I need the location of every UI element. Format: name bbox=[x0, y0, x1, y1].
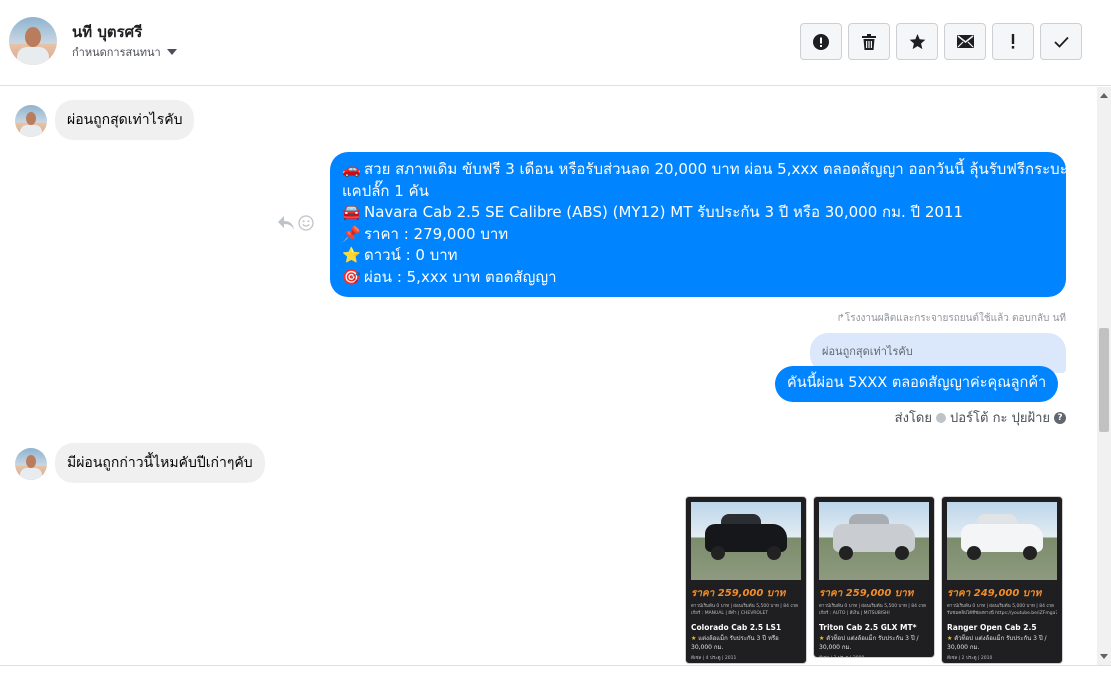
car-model: Ranger Open Cab 2.5 bbox=[947, 623, 1037, 632]
message-line: 🎯 ผ่อน : 5,xxx บาท ตอดสัญญา bbox=[342, 267, 1054, 289]
outgoing-message[interactable]: 🚗 สวย สภาพเดิม ขับฟรี 3 เดือน หรือรับส่วน… bbox=[330, 152, 1068, 297]
scroll-up-arrow-icon[interactable] bbox=[1100, 93, 1108, 98]
mark-unread-button[interactable] bbox=[944, 23, 986, 60]
car-listing-card[interactable]: ราคา 259,000 บาทดาวน์เริ่มต้น 0 บาท | ผ่… bbox=[813, 496, 935, 658]
message-line-text: ผ่อน : 5,xxx บาท ตอดสัญญา bbox=[364, 267, 557, 286]
pin-emoji: 📌 bbox=[342, 224, 361, 243]
incoming-message[interactable]: ผ่อนถูกสุดเท่าไรคับ bbox=[55, 100, 195, 140]
car-model: Triton Cab 2.5 GLX MT* bbox=[819, 623, 917, 632]
caret-down-icon bbox=[166, 49, 177, 55]
car-features-text: ตัวท็อป แต่งล้อแม็ก รับประกัน 3 ปี / 30,… bbox=[947, 635, 1047, 651]
message-line: 🚘 Navara Cab 2.5 SE Calibre (ABS) (MY12) … bbox=[342, 202, 1054, 224]
car-price: ราคา 259,000 บาท bbox=[819, 588, 914, 599]
checkmark-icon bbox=[1053, 36, 1069, 48]
message-line: แคปลั๊ก 1 คัน bbox=[342, 181, 1054, 203]
car-features: ★ ตัวท็อป แต่งล้อแม็ก รับประกัน 3 ปี / 3… bbox=[947, 635, 1047, 651]
composer-edge bbox=[0, 665, 1111, 679]
report-button[interactable] bbox=[800, 23, 842, 60]
car-listing-card[interactable]: ราคา 249,000 บาทดาวน์เริ่มต้น 0 บาท | ผ่… bbox=[941, 496, 1063, 664]
outgoing-reply-message[interactable]: คันนี้ผ่อน 5XXX ตลอดสัญญาค่ะคุณลูกค้า bbox=[775, 366, 1059, 402]
message-actions bbox=[278, 215, 314, 231]
target-emoji: 🎯 bbox=[342, 267, 361, 286]
alert-circle-icon bbox=[813, 33, 829, 50]
exclamation-icon bbox=[1011, 34, 1015, 49]
message-line: ⭐ ดาวน์ : 0 บาท bbox=[342, 245, 1054, 267]
car-spec: เกียร์ : AUTO | สีเงิน | MITSUBISHI bbox=[819, 611, 890, 616]
delete-button[interactable] bbox=[848, 23, 890, 60]
smiley-icon[interactable] bbox=[298, 215, 314, 231]
car-features: ★ ตัวท็อป แต่งล้อแม็ก รับประกัน 3 ปี / 3… bbox=[819, 635, 919, 651]
reply-icon[interactable] bbox=[278, 216, 294, 230]
message-line-text: คันนี้ผ่อน 5XXX ตลอดสัญญาค่ะคุณลูกค้า bbox=[787, 375, 1047, 391]
car-price: ราคา 259,000 บาท bbox=[691, 588, 786, 599]
car-features-text: แต่งล้อแม็ก รับประกัน 3 ปี หรือ 30,000 ก… bbox=[691, 635, 779, 651]
car-features-text: ตัวท็อป แต่งล้อแม็ก รับประกัน 3 ปี / 30,… bbox=[819, 635, 919, 651]
car-listing-card[interactable]: ราคา 259,000 บาทดาวน์เริ่มต้น 0 บาท | ผ่… bbox=[685, 496, 807, 664]
sent-by-label: ส่งโดย bbox=[894, 411, 932, 426]
message-line-text: ราคา : 279,000 บาท bbox=[364, 224, 509, 243]
contact-avatar-small[interactable] bbox=[15, 448, 47, 480]
sender-name[interactable]: ปอร์โต้ กะ ปุยฝ้าย bbox=[950, 407, 1050, 428]
scroll-down-arrow-icon[interactable] bbox=[1100, 654, 1108, 659]
action-toolbar bbox=[800, 23, 1082, 60]
car-features: ★ แต่งล้อแม็ก รับประกัน 3 ปี หรือ 30,000… bbox=[691, 635, 779, 651]
message-line: 🚗 สวย สภาพเดิม ขับฟรี 3 เดือน หรือรับส่วน… bbox=[342, 159, 1068, 181]
car-photo bbox=[691, 502, 801, 580]
star-emoji: ⭐ bbox=[342, 246, 361, 264]
sent-by-info: ส่งโดย ปอร์โต้ กะ ปุยฝ้าย ? bbox=[895, 407, 1066, 428]
scroll-thumb[interactable] bbox=[1099, 328, 1109, 432]
star-icon bbox=[909, 33, 925, 49]
car-emoji: 🚗 bbox=[342, 160, 361, 178]
message-thread[interactable]: ผ่อนถูกสุดเท่าไรคับ 🚗 สวย สภาพเดิม ขับฟรี… bbox=[0, 87, 1097, 665]
message-line-text: Navara Cab 2.5 SE Calibre (ABS) (MY12) M… bbox=[364, 203, 963, 221]
car-finance-info: ดาวน์เริ่มต้น 0 บาท | ผ่อนเริ่มต้น 5,500… bbox=[691, 604, 799, 609]
incoming-message[interactable]: มีผ่อนถูกก่าวนี้ไหมคับปีเก่าๆคับ bbox=[55, 443, 265, 483]
car-meta: ดีเซล | 2 ประตู | 2009 bbox=[819, 655, 929, 657]
message-line: 📌 ราคา : 279,000 บาท bbox=[342, 224, 1054, 246]
scrollbar[interactable] bbox=[1097, 87, 1111, 665]
envelope-icon bbox=[956, 35, 974, 48]
reply-context: ↱โรงงานผลิตและกระจายรถยนต์ใช้แล้ว ตอบกลั… bbox=[836, 313, 1066, 324]
car-model: Colorado Cab 2.5 LS1 bbox=[691, 623, 782, 632]
car-price: ราคา 249,000 บาท bbox=[947, 588, 1042, 599]
car-photo bbox=[819, 502, 929, 580]
done-button[interactable] bbox=[1040, 23, 1082, 60]
car-finance-info: ดาวน์เริ่มต้น 0 บาท | ผ่อนเริ่มต้น 5,500… bbox=[819, 604, 927, 609]
car-image-gallery: ราคา 259,000 บาทดาวน์เริ่มต้น 0 บาท | ผ่… bbox=[685, 496, 1063, 664]
trash-icon bbox=[862, 33, 876, 50]
car-spec: เกียร์ : MANUAL | สีดำ | CHEVROLET bbox=[691, 611, 769, 616]
help-icon[interactable]: ? bbox=[1054, 411, 1066, 424]
car-front-emoji: 🚘 bbox=[342, 203, 361, 221]
conversation-options-dropdown[interactable]: กำหนดการสนทนา bbox=[72, 43, 177, 61]
star-button[interactable] bbox=[896, 23, 938, 60]
contact-avatar-small[interactable] bbox=[15, 105, 47, 137]
car-meta: ดีเซล | 2 ประตู | 2010 bbox=[947, 656, 993, 661]
conversation-header: นที บุตรศรี กำหนดการสนทนา bbox=[0, 0, 1111, 86]
message-line-text: ดาวน์ : 0 บาท bbox=[364, 246, 458, 264]
message-line-text: แคปลั๊ก 1 คัน bbox=[342, 181, 429, 200]
car-photo bbox=[947, 502, 1057, 580]
car-meta: ดีเซล | 4 ประตู | 2011 bbox=[691, 656, 737, 661]
page-badge-icon bbox=[936, 412, 946, 423]
message-line-text: สวย สภาพเดิม ขับฟรี 3 เดือน หรือรับส่วนล… bbox=[364, 160, 1068, 178]
flag-button[interactable] bbox=[992, 23, 1034, 60]
contact-avatar[interactable] bbox=[9, 17, 57, 65]
car-finance-info: ดาวน์เริ่มต้น 0 บาท | ผ่อนเริ่มต้น 5,000… bbox=[947, 604, 1055, 609]
contact-name[interactable]: นที บุตรศรี bbox=[72, 20, 142, 44]
car-spec: รับชมคลิปได้ที่ช่องทางนี้ https://youtub… bbox=[947, 611, 1057, 616]
conversation-options-label: กำหนดการสนทนา bbox=[72, 46, 161, 59]
